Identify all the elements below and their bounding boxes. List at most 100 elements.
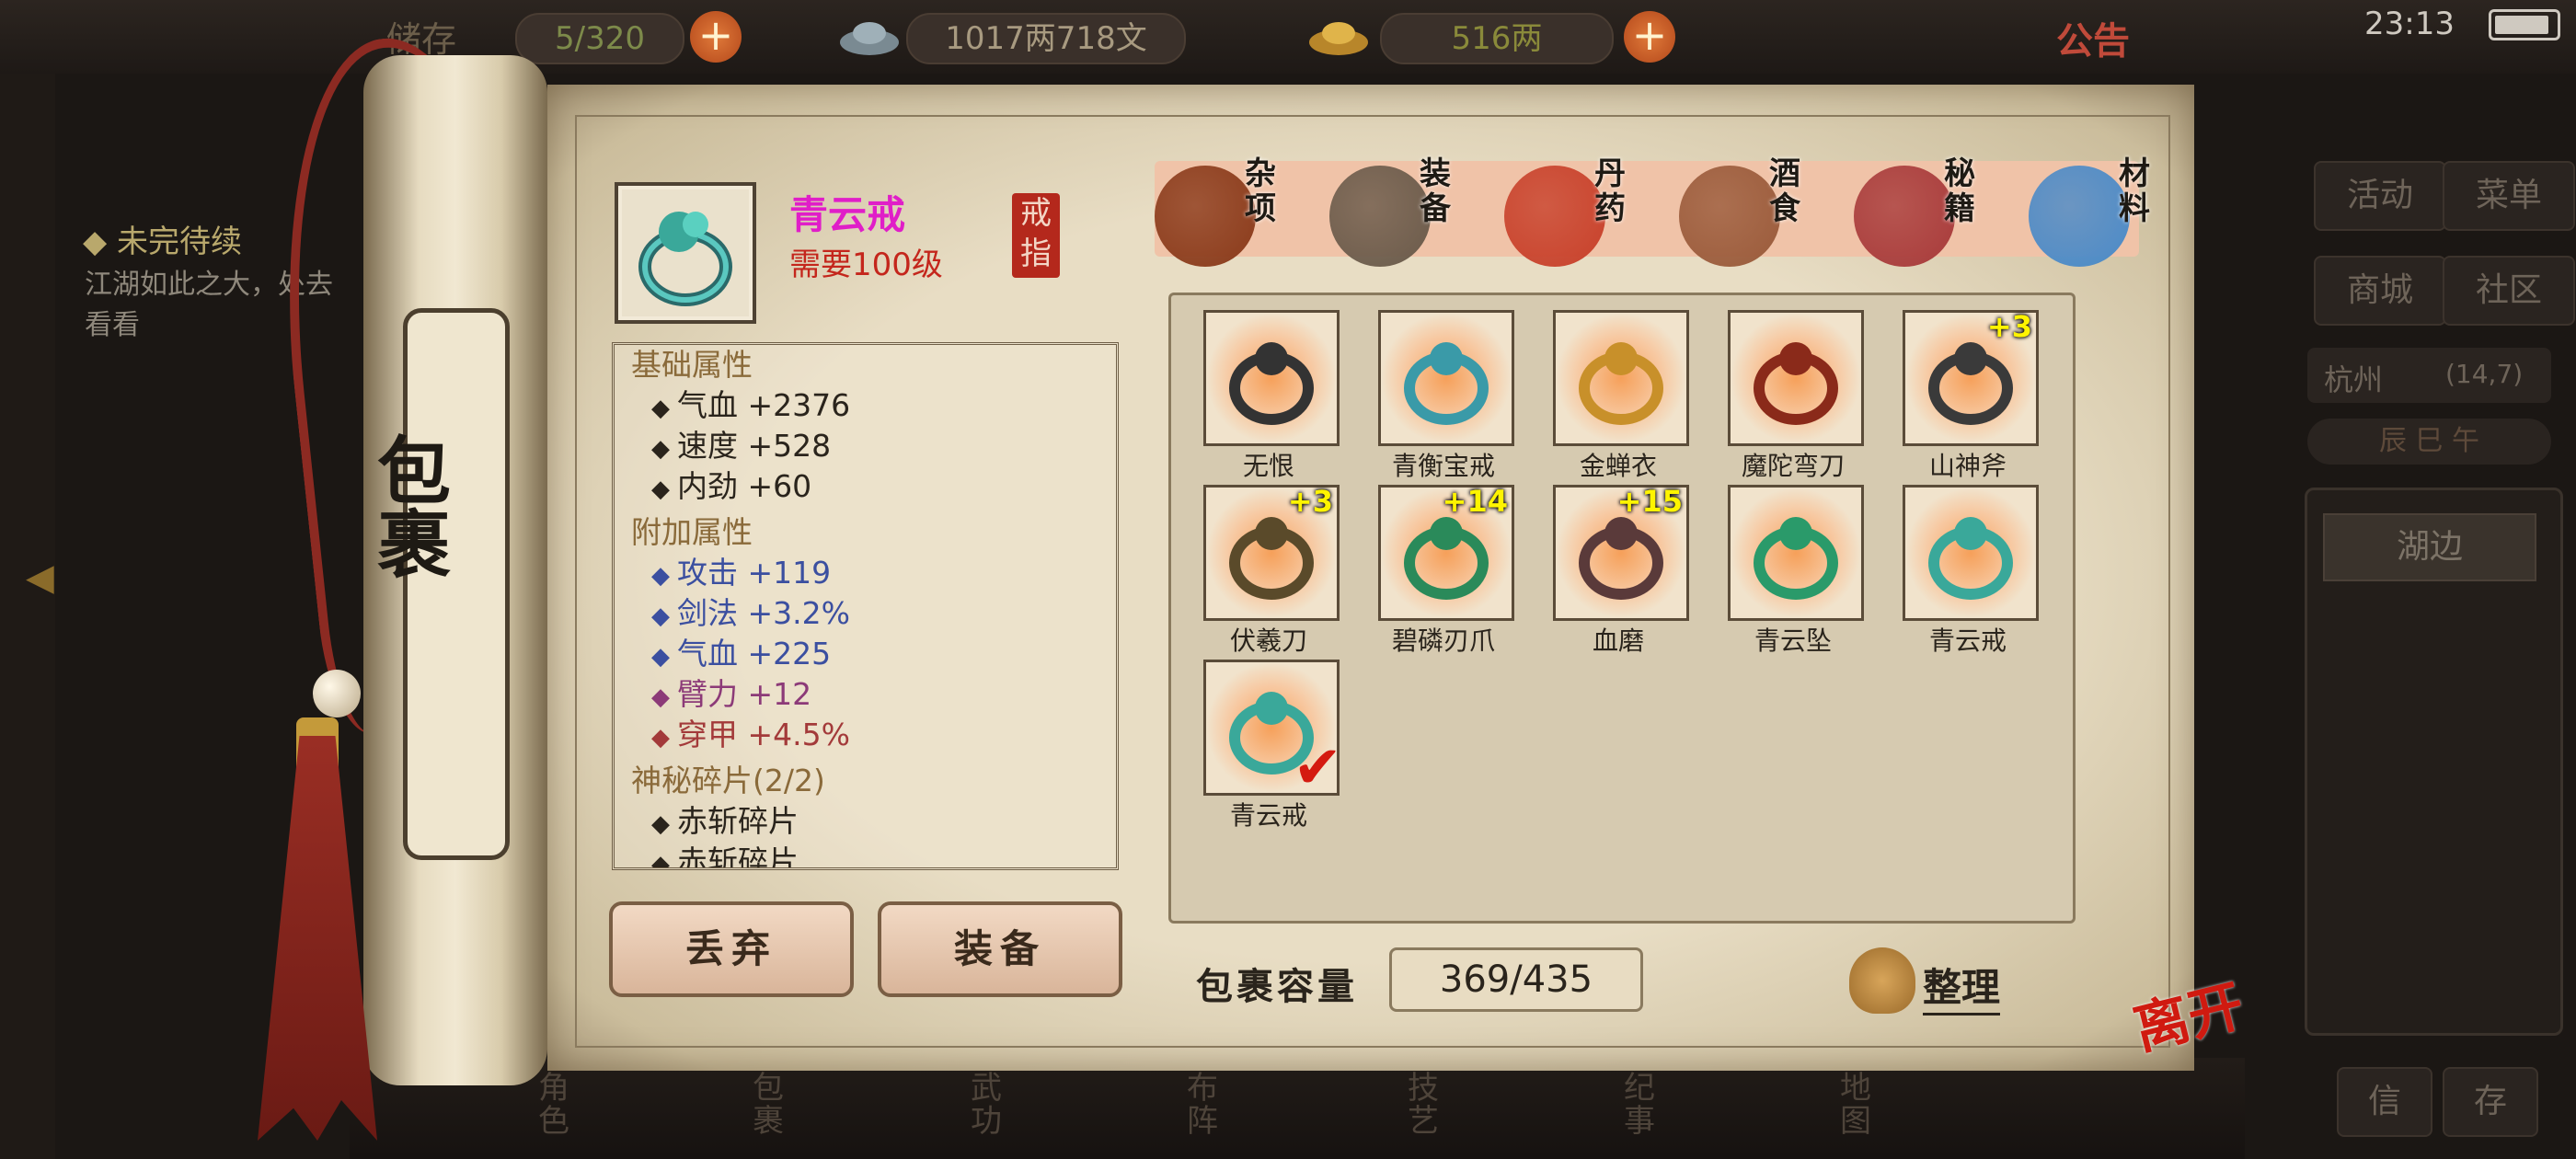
location-coords: (14,7) — [2445, 359, 2524, 389]
crystal-icon — [2029, 166, 2130, 267]
attr-line: ◆ 赤斩碎片 — [651, 843, 799, 870]
equipment-icon — [1329, 166, 1431, 267]
attr-line: ◆ 穿甲 +4.5% — [651, 717, 850, 752]
collapse-arrow-icon[interactable]: ◀ — [26, 557, 54, 599]
pouch-icon[interactable] — [1849, 947, 1915, 1014]
enhance-level: +3 — [1287, 484, 1333, 519]
nav-formation[interactable]: 布阵 — [1187, 1072, 1242, 1138]
attr-line: ◆ 赤斩碎片 — [651, 803, 799, 839]
gold-amount: 516两 — [1380, 13, 1614, 64]
attr-line: ◆ 内劲 +60 — [651, 468, 812, 504]
silver-ingot-icon — [837, 13, 902, 59]
battery-icon — [2489, 9, 2560, 40]
tab-label: 丹药 — [1594, 155, 1626, 227]
inventory-slot[interactable]: +15 — [1553, 484, 1689, 621]
nav-records[interactable]: 纪事 — [1624, 1072, 1679, 1138]
inventory-slot[interactable]: +3 — [1903, 309, 2039, 446]
nav-skills[interactable]: 技艺 — [1408, 1072, 1463, 1138]
activity-button[interactable]: 活动 — [2314, 161, 2446, 231]
jade-ring-icon — [1404, 342, 1489, 425]
clock: 23:13 — [2364, 6, 2455, 42]
book-icon — [1854, 166, 1955, 267]
item-name-label: 青云坠 — [1754, 625, 1832, 656]
tab-3[interactable]: 酒食 — [1679, 147, 1854, 276]
attr-line: ◆ 气血 +2376 — [651, 387, 851, 423]
selected-item-slot — [615, 182, 756, 324]
scroll-label — [403, 308, 510, 860]
inventory-slot[interactable]: ✔ — [1203, 660, 1342, 802]
item-name-label: 碧磷刃爪 — [1391, 625, 1495, 656]
community-button[interactable]: 社区 — [2443, 256, 2575, 326]
inventory-slot[interactable] — [1903, 485, 2039, 621]
attr-line: ◆ 攻击 +119 — [651, 555, 832, 591]
item-requirement: 需要100级 — [789, 247, 943, 283]
tab-2[interactable]: 丹药 — [1504, 147, 1679, 276]
tab-label: 秘籍 — [1944, 155, 1975, 227]
inventory-slot[interactable] — [1203, 310, 1340, 446]
tab-label: 杂项 — [1245, 155, 1276, 227]
mail-button[interactable]: 信 — [2337, 1067, 2432, 1137]
enhance-level: +15 — [1616, 484, 1683, 519]
add-gold-button[interactable]: + — [1624, 11, 1675, 63]
capacity-value: 369/435 — [1389, 947, 1643, 1012]
item-name-label: 青衡宝戒 — [1391, 451, 1495, 481]
inventory-slot[interactable] — [1728, 485, 1864, 621]
left-edge — [0, 74, 55, 1159]
quest-title[interactable]: ◆ 未完待续 — [83, 216, 242, 261]
notice-button[interactable]: 公告 — [2056, 11, 2130, 64]
inventory-slot[interactable] — [1728, 310, 1864, 446]
bead-icon — [313, 670, 361, 717]
food-icon — [1679, 166, 1780, 267]
tab-1[interactable]: 装备 — [1329, 147, 1504, 276]
nav-martial[interactable]: 武功 — [971, 1072, 1026, 1138]
nav-bag[interactable]: 包裹 — [753, 1072, 808, 1138]
attribute-box[interactable]: 基础属性 ◆ 气血 +2376 ◆ 速度 +528 ◆ 内劲 +60 附加属性 ◆ 攻击… — [612, 342, 1119, 870]
selected-check-icon: ✔ — [1293, 734, 1342, 802]
attr-line: ◆ 气血 +225 — [651, 636, 832, 671]
bag-count: 5/320 — [515, 13, 684, 64]
enhance-level: +14 — [1442, 484, 1508, 519]
golden-armor-icon — [1579, 342, 1663, 425]
equip-button[interactable]: 装备 — [878, 901, 1122, 997]
sort-button[interactable]: 整理 — [1923, 957, 2001, 1016]
tassel-icon — [258, 736, 377, 1141]
qingyun-ring-icon — [1928, 517, 2013, 600]
scroll-title: 包裹 — [365, 432, 452, 580]
tab-5[interactable]: 材料 — [2029, 147, 2203, 276]
area-item-hubian[interactable]: 湖边 — [2323, 513, 2536, 581]
add-bag-button[interactable]: + — [690, 11, 742, 63]
item-name-label: 伏羲刀 — [1229, 625, 1307, 656]
item-name: 青云戒 — [789, 192, 906, 237]
menu-button[interactable]: 菜单 — [2443, 161, 2575, 231]
location-name: 杭州 — [2324, 362, 2384, 397]
attr-line: ◆ 速度 +528 — [651, 428, 832, 464]
nav-map[interactable]: 地图 — [1840, 1072, 1895, 1138]
enhance-level: +3 — [1986, 309, 2032, 344]
tab-label: 装备 — [1420, 155, 1451, 227]
item-name-label: 金蝉衣 — [1579, 451, 1657, 481]
item-name-label: 无恨 — [1242, 451, 1294, 481]
curved-blade-icon — [1754, 342, 1838, 425]
item-name-label: 魔陀弯刀 — [1741, 451, 1845, 481]
attr-line: ◆ 剑法 +3.2% — [651, 595, 850, 631]
save-button[interactable]: 存 — [2443, 1067, 2538, 1137]
jar-icon — [1155, 166, 1256, 267]
item-type-seal: 戒指 — [1012, 193, 1060, 278]
inventory-slot[interactable]: +14 — [1378, 484, 1514, 621]
item-name-label: 山神斧 — [1928, 451, 2007, 481]
inventory-slot[interactable] — [1378, 310, 1514, 446]
jade-pendant-icon — [1754, 517, 1838, 600]
inventory-slot[interactable] — [1553, 310, 1689, 446]
tab-label: 酒食 — [1769, 155, 1800, 227]
gold-ingot-icon — [1306, 13, 1371, 59]
tab-4[interactable]: 秘籍 — [1854, 147, 2029, 276]
tab-0[interactable]: 杂项 — [1155, 147, 1329, 276]
pills-icon — [1504, 166, 1605, 267]
nav-character[interactable]: 角色 — [538, 1072, 593, 1138]
section-header: 基础属性 — [631, 347, 753, 383]
section-header: 神秘碎片(2/2) — [631, 763, 825, 798]
shop-button[interactable]: 商城 — [2314, 256, 2446, 326]
discard-button[interactable]: 丢弃 — [609, 901, 854, 997]
capacity-label: 包裹容量 — [1196, 966, 1358, 1008]
inventory-slot[interactable]: +3 — [1203, 484, 1340, 621]
